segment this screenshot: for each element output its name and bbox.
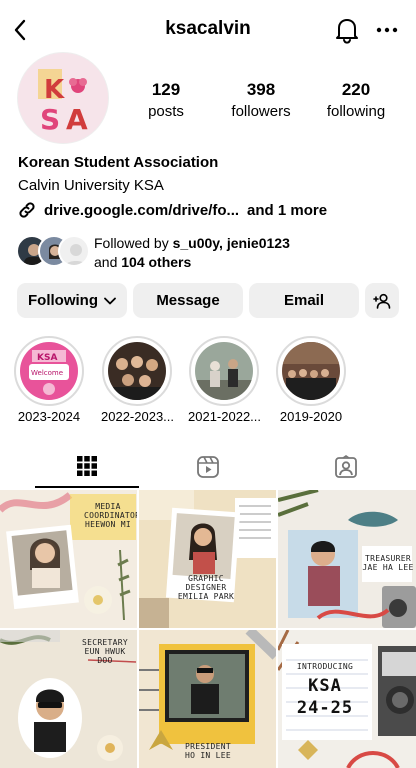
- post-caption: INTRODUCING: [296, 662, 354, 671]
- highlight-2019-2020[interactable]: 2019-2020: [275, 336, 347, 424]
- posts-count: 129: [151, 80, 181, 99]
- highlight-label: 2022-2023...: [101, 409, 175, 424]
- more-options-button[interactable]: [374, 18, 400, 42]
- profile-bio: Calvin University KSA: [18, 177, 164, 194]
- post-thumbnail[interactable]: MEDIA COORDINATOR HEEWON MI: [0, 490, 137, 628]
- highlight-label: 2019-2020: [279, 409, 343, 424]
- post-thumbnail[interactable]: TREASURER JAE HA LEE: [278, 490, 416, 628]
- followed-by-text[interactable]: Followed by s_u00y, jenie0123 and 104 ot…: [94, 234, 290, 272]
- highlight-cover: KSA Welcome: [20, 342, 78, 400]
- svg-text:Welcome: Welcome: [31, 369, 63, 377]
- grid-icon: [77, 456, 97, 476]
- highlight-cover: [195, 342, 253, 400]
- stat-following[interactable]: 220 following: [306, 80, 406, 120]
- highlight-label: 2023-2024: [17, 409, 81, 424]
- tagged-icon: [335, 455, 357, 478]
- mutual-followers-avatars[interactable]: [16, 235, 90, 267]
- notifications-button[interactable]: [334, 16, 360, 44]
- highlight-label: 2021-2022...: [188, 409, 262, 424]
- profile-avatar[interactable]: K S A: [17, 52, 109, 144]
- chevron-down-icon: [104, 297, 116, 304]
- message-button-label: Message: [156, 292, 220, 309]
- svg-text:K: K: [44, 75, 65, 105]
- svg-text:KSA: KSA: [37, 353, 57, 363]
- tab-tagged[interactable]: [277, 446, 415, 488]
- message-button[interactable]: Message: [133, 283, 243, 318]
- post-thumbnail[interactable]: GRAPHIC DESIGNER EMILIA PARK: [139, 490, 276, 628]
- bell-icon: [336, 19, 358, 44]
- svg-text:S: S: [40, 103, 60, 136]
- post-caption: TREASURER JAE HA LEE: [362, 554, 414, 572]
- highlight-2022-2023[interactable]: 2022-2023...: [101, 336, 175, 424]
- highlight-ring: [276, 336, 346, 406]
- posts-label: posts: [148, 103, 184, 120]
- post-caption: MEDIA COORDINATOR HEEWON MI: [84, 502, 137, 529]
- highlight-cover: [282, 342, 340, 400]
- suggested-users-button[interactable]: [365, 283, 399, 318]
- post-title: KSA: [308, 676, 342, 696]
- highlight-ring: [189, 336, 259, 406]
- following-count: 220: [341, 80, 371, 99]
- tab-posts-grid[interactable]: [35, 446, 139, 488]
- followed-by-prefix: Followed by: [94, 235, 173, 251]
- followed-by-others: 104 others: [121, 254, 192, 270]
- link-url: drive.google.com/drive/fo...: [44, 201, 240, 219]
- link-more: and 1 more: [247, 201, 328, 219]
- link-icon: [19, 202, 35, 218]
- highlight-ring: [102, 336, 172, 406]
- highlight-cover: [108, 342, 166, 400]
- following-button[interactable]: Following: [17, 283, 127, 318]
- stat-posts[interactable]: 129 posts: [116, 80, 216, 120]
- profile-link[interactable]: drive.google.com/drive/fo... and 1 more: [16, 199, 327, 221]
- add-user-icon: [373, 293, 391, 309]
- following-button-label: Following: [28, 292, 98, 309]
- stat-followers[interactable]: 398 followers: [211, 80, 311, 120]
- post-thumbnail[interactable]: PRESIDENT HO IN LEE: [139, 630, 276, 768]
- tab-reels[interactable]: [139, 446, 277, 488]
- following-label: following: [326, 103, 386, 120]
- highlight-ring: KSA Welcome: [14, 336, 84, 406]
- email-button-label: Email: [283, 292, 325, 309]
- followers-count: 398: [246, 80, 276, 99]
- email-button[interactable]: Email: [249, 283, 359, 318]
- followed-by-and: and: [94, 254, 122, 270]
- profile-header: ksacalvin: [0, 0, 416, 60]
- followed-by-names: s_u00y, jenie0123: [172, 235, 290, 251]
- post-caption: GRAPHIC DESIGNER EMILIA PARK: [177, 574, 235, 601]
- post-thumbnail[interactable]: SECRETARY EUN HWUK DOO: [0, 630, 137, 768]
- followers-label: followers: [231, 103, 291, 120]
- more-horizontal-icon: [376, 27, 398, 33]
- profile-display-name: Korean Student Association: [18, 154, 219, 171]
- ksa-logo: K S A: [18, 53, 108, 143]
- svg-text:A: A: [66, 103, 88, 136]
- post-image: [139, 490, 276, 628]
- post-thumbnail[interactable]: INTRODUCING KSA 24-25: [278, 630, 416, 768]
- reels-icon: [197, 456, 219, 478]
- highlight-2023-2024[interactable]: KSA Welcome 2023-2024: [13, 336, 85, 424]
- highlight-2021-2022[interactable]: 2021-2022...: [188, 336, 262, 424]
- posts-grid: MEDIA COORDINATOR HEEWON MI GRAPHIC DESI…: [0, 490, 416, 768]
- mutual-avatar: [58, 235, 90, 267]
- post-subtitle: 24-25: [296, 698, 354, 718]
- post-caption: SECRETARY EUN HWUK DOO: [81, 638, 129, 665]
- post-caption: PRESIDENT HO IN LEE: [184, 742, 232, 760]
